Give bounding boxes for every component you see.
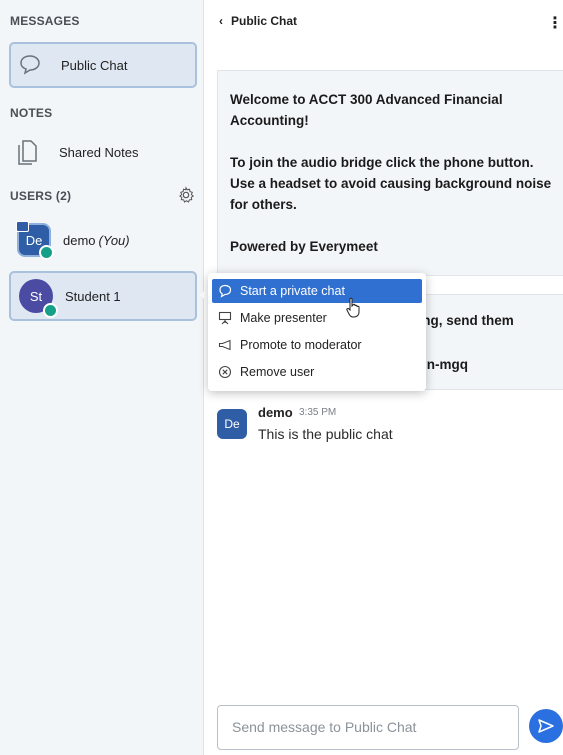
menu-item-promote-to-moderator[interactable]: Promote to moderator bbox=[212, 333, 422, 357]
presenter-icon bbox=[16, 221, 29, 232]
document-icon bbox=[9, 139, 45, 165]
more-options-icon[interactable]: ⋮ bbox=[547, 13, 563, 33]
presentation-icon bbox=[218, 311, 232, 325]
message-time: 3:35 PM bbox=[299, 407, 337, 418]
megaphone-icon bbox=[218, 339, 231, 351]
chat-bubble-icon bbox=[11, 54, 47, 76]
avatar: De bbox=[16, 221, 54, 260]
menu-item-label: Start a private chat bbox=[240, 284, 345, 298]
menu-item-remove-user[interactable]: Remove user bbox=[212, 360, 422, 384]
microphone-icon bbox=[39, 245, 54, 260]
user-row-student-1[interactable]: St Student 1 bbox=[9, 271, 197, 321]
public-chat-label: Public Chat bbox=[61, 57, 128, 73]
notes-section-title: NOTES bbox=[10, 106, 53, 120]
gear-icon[interactable] bbox=[177, 186, 195, 204]
users-section-title: USERS (2) bbox=[10, 189, 72, 203]
remove-circle-icon bbox=[218, 365, 232, 379]
avatar: De bbox=[217, 409, 247, 439]
headset-icon bbox=[43, 303, 58, 318]
user-name: demo bbox=[63, 232, 96, 248]
chevron-left-icon[interactable]: ‹ bbox=[219, 14, 223, 28]
chat-bubble-icon bbox=[219, 284, 232, 298]
user-row-demo[interactable]: De demo (You) bbox=[9, 215, 197, 265]
message-author: demo bbox=[258, 405, 293, 420]
menu-pointer bbox=[200, 287, 208, 303]
menu-item-label: Remove user bbox=[240, 365, 315, 379]
user-name: Student 1 bbox=[65, 288, 121, 304]
moderator-text-1: ting, send them bbox=[414, 313, 514, 328]
you-label: (You) bbox=[98, 232, 130, 248]
menu-item-make-presenter[interactable]: Make presenter bbox=[212, 306, 422, 330]
avatar-initials: St bbox=[29, 288, 43, 304]
welcome-line-2: To join the audio bridge click the phone… bbox=[230, 155, 552, 212]
message-input[interactable]: Send message to Public Chat bbox=[217, 705, 519, 750]
shared-notes-label: Shared Notes bbox=[59, 144, 139, 160]
avatar: St bbox=[19, 279, 58, 318]
sidebar: MESSAGES Public Chat NOTES Shared Notes … bbox=[0, 0, 204, 755]
menu-item-start-private-chat[interactable]: Start a private chat bbox=[212, 279, 422, 303]
chat-title: Public Chat bbox=[231, 14, 298, 28]
hand-cursor-icon bbox=[346, 297, 360, 318]
user-context-menu: Start a private chat Make presenter Prom… bbox=[208, 273, 426, 391]
message-text: This is the public chat bbox=[258, 426, 393, 442]
menu-item-label: Make presenter bbox=[240, 311, 327, 325]
messages-section-title: MESSAGES bbox=[10, 14, 80, 28]
welcome-line-3: Powered by Everymeet bbox=[230, 239, 378, 254]
welcome-message: Welcome to ACCT 300 Advanced Financial A… bbox=[217, 70, 563, 276]
welcome-line-1: Welcome to ACCT 300 Advanced Financial A… bbox=[230, 92, 503, 128]
avatar-initials: De bbox=[25, 232, 43, 248]
sidebar-item-public-chat[interactable]: Public Chat bbox=[9, 42, 197, 88]
sidebar-item-shared-notes[interactable]: Shared Notes bbox=[9, 129, 197, 175]
send-icon bbox=[538, 719, 554, 733]
menu-item-label: Promote to moderator bbox=[240, 338, 362, 352]
chat-header[interactable]: ‹ Public Chat bbox=[219, 14, 297, 28]
send-button[interactable] bbox=[529, 709, 563, 743]
